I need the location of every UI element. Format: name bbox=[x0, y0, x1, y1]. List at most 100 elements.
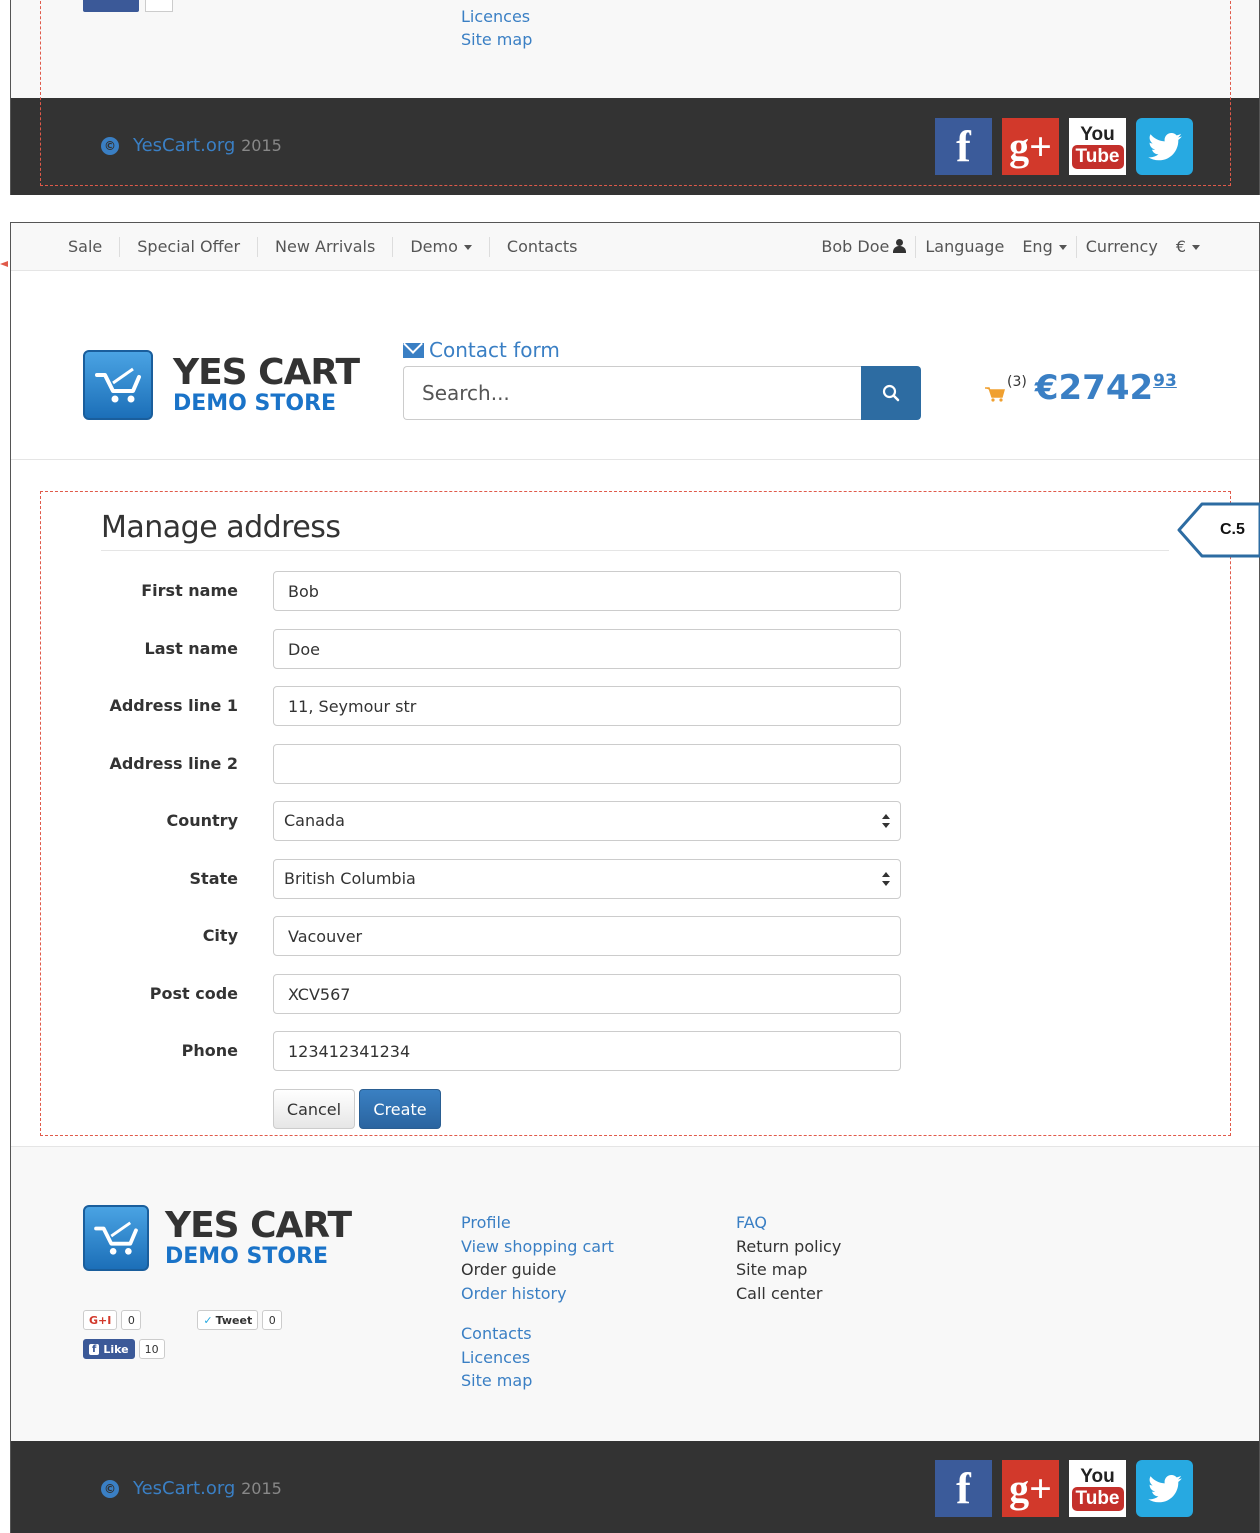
footer-links-account: Profile View shopping cart Order guide O… bbox=[461, 1211, 614, 1305]
google-plus-share-button[interactable]: G+I bbox=[83, 1310, 118, 1330]
annotation-arrow-tip bbox=[0, 252, 8, 267]
post-code-label: Post code bbox=[149, 984, 238, 1003]
footer-text-order-guide: Order guide bbox=[461, 1260, 557, 1279]
facebook-like-count-fragment bbox=[145, 0, 173, 12]
form-row-phone: Phone bbox=[11, 1031, 911, 1071]
twitter-icon[interactable] bbox=[1136, 118, 1193, 175]
currency-dropdown[interactable]: € bbox=[1167, 237, 1209, 257]
nav-item-contacts[interactable]: Contacts bbox=[490, 237, 595, 257]
site-header: YES CART DEMO STORE Contact form (3) €27… bbox=[11, 272, 1259, 460]
post-code-field[interactable] bbox=[273, 974, 901, 1014]
nav-item-special-offer[interactable]: Special Offer bbox=[120, 237, 259, 257]
footer-link-site-map[interactable]: Site map bbox=[461, 30, 532, 49]
form-row-post-code: Post code bbox=[11, 974, 911, 1014]
search-input[interactable] bbox=[403, 366, 861, 420]
facebook-icon[interactable]: f bbox=[935, 1460, 992, 1517]
footer-text-site-map: Site map bbox=[736, 1260, 808, 1279]
top-navbar: Sale Special Offer New Arrivals Demo Con… bbox=[11, 223, 1259, 271]
title-divider bbox=[101, 550, 1169, 551]
footer-links-fragment: Licences Site map bbox=[461, 5, 532, 51]
nav-menu: Sale Special Offer New Arrivals Demo Con… bbox=[51, 223, 594, 271]
contact-form-link[interactable]: Contact form bbox=[403, 338, 560, 362]
footer-logo[interactable]: YES CART DEMO STORE bbox=[83, 1205, 352, 1271]
social-links: f g+ You Tube bbox=[935, 1460, 1193, 1517]
copyright: © YesCart.org 2015 bbox=[101, 1478, 282, 1499]
country-select[interactable]: Canada bbox=[273, 801, 901, 841]
footer-text-call-center: Call center bbox=[736, 1283, 823, 1303]
cancel-button[interactable]: Cancel bbox=[273, 1089, 355, 1129]
footer-link-view-cart[interactable]: View shopping cart bbox=[461, 1237, 614, 1256]
copyright-icon: © bbox=[101, 136, 119, 155]
envelope-icon bbox=[403, 342, 424, 358]
footer-link-profile[interactable]: Profile bbox=[461, 1213, 511, 1232]
language-dropdown[interactable]: Eng bbox=[1013, 237, 1075, 257]
footer-text-return-policy: Return policy bbox=[736, 1236, 842, 1256]
site-link[interactable]: YesCart.org bbox=[133, 1478, 235, 1499]
facebook-like-fragment[interactable] bbox=[83, 0, 139, 12]
callout-label: C.5 bbox=[1220, 521, 1245, 538]
site-link[interactable]: YesCart.org bbox=[133, 135, 235, 156]
create-button[interactable]: Create bbox=[359, 1089, 441, 1129]
user-icon bbox=[892, 239, 907, 253]
facebook-small-icon: f bbox=[89, 1343, 100, 1355]
copyright-year: 2015 bbox=[241, 1479, 282, 1498]
first-name-label: First name bbox=[141, 581, 238, 600]
address-line-1-label: Address line 1 bbox=[109, 696, 238, 715]
google-plus-count: 0 bbox=[121, 1310, 142, 1330]
twitter-icon[interactable] bbox=[1136, 1460, 1193, 1517]
facebook-like-button[interactable]: f Like bbox=[83, 1339, 135, 1359]
nav-item-demo[interactable]: Demo bbox=[393, 237, 490, 257]
copyright-year: 2015 bbox=[241, 136, 282, 155]
footer-link-faq[interactable]: FAQ bbox=[736, 1213, 767, 1232]
cart-total: €2742 93 bbox=[1034, 368, 1177, 408]
footer-link-licences[interactable]: Licences bbox=[461, 1348, 530, 1367]
form-row-first-name: First name bbox=[11, 571, 911, 611]
cart-logo-icon bbox=[83, 1205, 149, 1271]
share-row-1: G+I 0 ✓ Tweet 0 bbox=[83, 1310, 283, 1330]
city-label: City bbox=[202, 926, 238, 945]
facebook-icon[interactable]: f bbox=[935, 118, 992, 175]
state-select[interactable]: British Columbia bbox=[273, 859, 901, 899]
footer-link-contacts[interactable]: Contacts bbox=[461, 1324, 532, 1343]
address-line-2-label: Address line 2 bbox=[109, 754, 238, 773]
search-icon bbox=[882, 384, 900, 402]
form-row-address-line-2: Address line 2 bbox=[11, 744, 911, 784]
chevron-down-icon bbox=[1058, 245, 1067, 250]
site-footer: YES CART DEMO STORE G+I 0 ✓ Tweet 0 f Like… bbox=[11, 1146, 1259, 1441]
country-label: Country bbox=[166, 811, 238, 830]
address-line-2-field[interactable] bbox=[273, 744, 901, 784]
footer-link-licences[interactable]: Licences bbox=[461, 7, 530, 26]
currency-label: Currency bbox=[1085, 237, 1158, 256]
logo-subtitle: DEMO STORE bbox=[173, 391, 337, 416]
search-button[interactable] bbox=[861, 366, 921, 420]
footer-bar: © YesCart.org 2015 f g+ You Tube bbox=[11, 98, 1259, 195]
tweet-count: 0 bbox=[262, 1310, 283, 1330]
social-links: f g+ You Tube bbox=[935, 118, 1193, 175]
last-name-field[interactable] bbox=[273, 629, 901, 669]
address-line-1-field[interactable] bbox=[273, 686, 901, 726]
select-arrows-icon bbox=[882, 872, 890, 888]
footer-link-site-map[interactable]: Site map bbox=[461, 1371, 532, 1390]
phone-field[interactable] bbox=[273, 1031, 901, 1071]
site-logo[interactable]: YES CART DEMO STORE bbox=[83, 350, 360, 420]
user-menu[interactable]: Bob Doe bbox=[812, 237, 915, 257]
tweet-button[interactable]: ✓ Tweet bbox=[197, 1310, 259, 1330]
shopping-cart-icon bbox=[985, 387, 1005, 402]
form-row-state: State British Columbia bbox=[11, 859, 911, 899]
youtube-icon[interactable]: You Tube bbox=[1069, 1460, 1126, 1517]
cart-item-count: (3) bbox=[1007, 374, 1027, 390]
youtube-icon[interactable]: You Tube bbox=[1069, 118, 1126, 175]
nav-item-sale[interactable]: Sale bbox=[51, 237, 121, 257]
footer-logo-title: YES CART bbox=[165, 1205, 352, 1246]
logo-title: YES CART bbox=[173, 352, 360, 393]
share-row-2: f Like 10 bbox=[83, 1339, 165, 1359]
chevron-down-icon bbox=[1192, 245, 1200, 250]
google-plus-icon[interactable]: g+ bbox=[1002, 1460, 1059, 1517]
cart-summary[interactable]: (3) €2742 93 bbox=[985, 368, 1177, 408]
google-plus-icon[interactable]: g+ bbox=[1002, 118, 1059, 175]
footer-link-order-history[interactable]: Order history bbox=[461, 1284, 567, 1303]
nav-item-new-arrivals[interactable]: New Arrivals bbox=[258, 237, 394, 257]
first-name-field[interactable] bbox=[273, 571, 901, 611]
facebook-like-count: 10 bbox=[138, 1339, 165, 1359]
city-field[interactable] bbox=[273, 916, 901, 956]
